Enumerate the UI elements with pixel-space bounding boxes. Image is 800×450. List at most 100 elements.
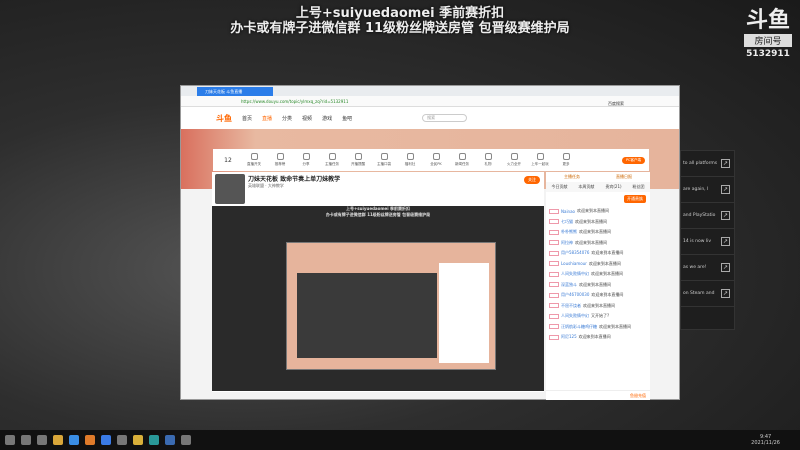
video-player[interactable]: 上号+suiyuedaomei 季前赛折扣 办卡或有牌子进微信群 11级粉丝牌送… — [212, 206, 544, 391]
tab-fans[interactable]: 粉丝团 — [633, 184, 645, 190]
cortana-icon[interactable] — [37, 435, 47, 445]
taskbar: 9:47 2021/11/26 — [0, 430, 800, 450]
chat-username[interactable]: 阿拉神 — [561, 240, 573, 246]
toolbar-icon — [328, 153, 336, 160]
toolbar-item[interactable]: 主播任务 — [321, 153, 343, 167]
toolbar-item[interactable]: 更多 — [555, 153, 577, 167]
clock-date: 2021/11/26 — [751, 440, 780, 446]
browser-window: 刀妹天花板 斗鱼直播 https://www.douyu.com/topic/y… — [180, 85, 680, 400]
nav-category[interactable]: 分类 — [282, 115, 292, 122]
browser-icon[interactable] — [69, 435, 79, 445]
app-icon[interactable] — [101, 435, 111, 445]
external-link-icon[interactable]: ↗ — [721, 159, 730, 168]
streamer-avatar[interactable] — [215, 174, 245, 204]
search-icon[interactable] — [21, 435, 31, 445]
steam-icon[interactable] — [165, 435, 175, 445]
more-icon — [562, 153, 570, 160]
toolbar-item[interactable]: 上车一起玩 — [529, 153, 551, 167]
chat-username[interactable]: 用户46700030 — [561, 292, 589, 298]
news-text: are again, I — [683, 187, 709, 192]
anchor-task-link[interactable]: 主播任务 — [564, 174, 580, 180]
chat-message: 阿尼125 欢迎来到本直播间 — [546, 332, 650, 343]
level-badge — [549, 208, 559, 214]
chat-text: 欢迎来到本直播间 — [575, 239, 607, 245]
toolbar-item[interactable]: 分享 — [295, 153, 317, 167]
news-item[interactable]: to all platforms ↗ — [681, 151, 734, 177]
chat-username[interactable]: 用户58354076 — [561, 250, 589, 256]
address-bar[interactable]: https://www.douyu.com/topic/ylmxq_zq?rid… — [181, 96, 679, 107]
chat-username[interactable]: 人间失败情中幻 — [561, 313, 589, 319]
toolbar-item[interactable]: 直播开关 — [243, 153, 265, 167]
stream-meta: 英雄联盟 · 大神教学 — [248, 183, 284, 188]
douyu-logo[interactable]: 斗鱼 — [216, 113, 232, 124]
search-input[interactable]: 搜索 — [422, 114, 468, 122]
news-item[interactable]: are again, I ↗ — [681, 177, 734, 203]
chat-username[interactable]: 不屈不饶者 — [561, 303, 581, 309]
level-badge — [549, 271, 559, 277]
news-item[interactable]: on Steam and ↗ — [681, 281, 734, 307]
follow-button[interactable]: 关注 — [524, 176, 540, 184]
chat-message: 深蓝独斗 欢迎来到本直播间 — [546, 280, 650, 291]
player-area: 刀妹天花板 致命节奏上单刀妹教学 英雄联盟 · 大神教学 关注 上号+suiyu… — [212, 172, 544, 392]
toolbar-label: 更多 — [562, 162, 570, 166]
news-item[interactable]: as we are! ↗ — [681, 255, 734, 281]
toolbar-icon — [458, 153, 466, 160]
windows-start-icon[interactable] — [5, 435, 15, 445]
browser-tab[interactable]: 刀妹天花板 斗鱼直播 — [197, 87, 273, 96]
file-explorer-icon[interactable] — [53, 435, 63, 445]
chat-username[interactable]: 汪炳航彩斗糖鸡仔糖 — [561, 324, 597, 330]
app-icon[interactable] — [85, 435, 95, 445]
chat-message: 人间失败情中幻 欢迎来到本直播间 — [546, 269, 650, 280]
chat-username[interactable]: Loushiamour — [561, 261, 587, 266]
news-text: as we are! — [683, 265, 707, 270]
toolbar-item[interactable]: 火力全开 — [503, 153, 525, 167]
app-icon[interactable] — [117, 435, 127, 445]
toolbar-item[interactable]: 全民PK — [425, 153, 447, 167]
app-icon[interactable] — [149, 435, 159, 445]
tab-week[interactable]: 本周贡献 — [578, 184, 594, 190]
chat-text: 欢迎来到本直播间 — [591, 250, 624, 256]
chat-message: 用户58354076 欢迎来到本直播间 — [546, 248, 650, 259]
daily-report-link[interactable]: 直播日报 — [616, 174, 632, 180]
external-link-icon[interactable]: ↗ — [721, 237, 730, 246]
chat-username[interactable]: Nainao — [561, 209, 575, 214]
system-clock[interactable]: 9:47 2021/11/26 — [751, 434, 780, 446]
tab-vip[interactable]: 贵宾(21) — [605, 184, 621, 190]
chat-username[interactable]: 朴朴熊熊 — [561, 229, 577, 235]
chat-username[interactable]: 深蓝独斗 — [561, 282, 577, 288]
level-badge — [549, 229, 559, 235]
tab-today[interactable]: 今日贡献 — [551, 184, 567, 190]
toolbar-item[interactable]: 主播口袋 — [373, 153, 395, 167]
news-item[interactable]: 14 is now liv ↗ — [681, 229, 734, 255]
external-link-icon[interactable]: ↗ — [721, 211, 730, 220]
toolbar-item[interactable]: 福利社 — [399, 153, 421, 167]
toolbar-item[interactable]: 礼物 — [477, 153, 499, 167]
chat-username[interactable]: 七巧猫 — [561, 219, 573, 225]
toolbar-label: 火力全开 — [507, 162, 521, 166]
chat-username[interactable]: 阿尼125 — [561, 334, 577, 340]
obs-icon[interactable] — [181, 435, 191, 445]
toolbar-item[interactable]: 开播提醒 — [347, 153, 369, 167]
chat-message: 人间失败情中幻 又开始了? — [546, 311, 650, 322]
nav-yuba[interactable]: 鱼吧 — [342, 115, 352, 122]
news-item[interactable]: and PlayStatio ↗ — [681, 203, 734, 229]
pc-client-button[interactable]: PC客户端 — [621, 156, 645, 164]
chat-username[interactable]: 人间失败情中幻 — [561, 271, 589, 277]
toolbar-item[interactable]: 新闻任务 — [451, 153, 473, 167]
recharge-button[interactable]: 鱼翅充值 — [546, 390, 650, 400]
external-link-icon[interactable]: ↗ — [721, 185, 730, 194]
search-engine-label[interactable]: 百度搜索 — [608, 98, 624, 109]
toolbar-item[interactable]: 推荐榜 — [269, 153, 291, 167]
toolbar-label: 分享 — [302, 162, 310, 166]
toolbar-icon — [380, 153, 388, 160]
noble-button[interactable]: 开通贵族 — [624, 195, 646, 203]
url-text[interactable]: https://www.douyu.com/topic/ylmxq_zq?rid… — [241, 99, 348, 104]
external-link-icon[interactable]: ↗ — [721, 289, 730, 298]
app-icon[interactable] — [133, 435, 143, 445]
external-link-icon[interactable]: ↗ — [721, 263, 730, 272]
nav-home[interactable]: 首页 — [242, 115, 252, 122]
nav-video[interactable]: 视频 — [302, 115, 312, 122]
nav-games[interactable]: 游戏 — [322, 115, 332, 122]
chat-text: 欢迎来到本直播间 — [579, 229, 611, 235]
nav-live[interactable]: 直播 — [262, 115, 272, 122]
